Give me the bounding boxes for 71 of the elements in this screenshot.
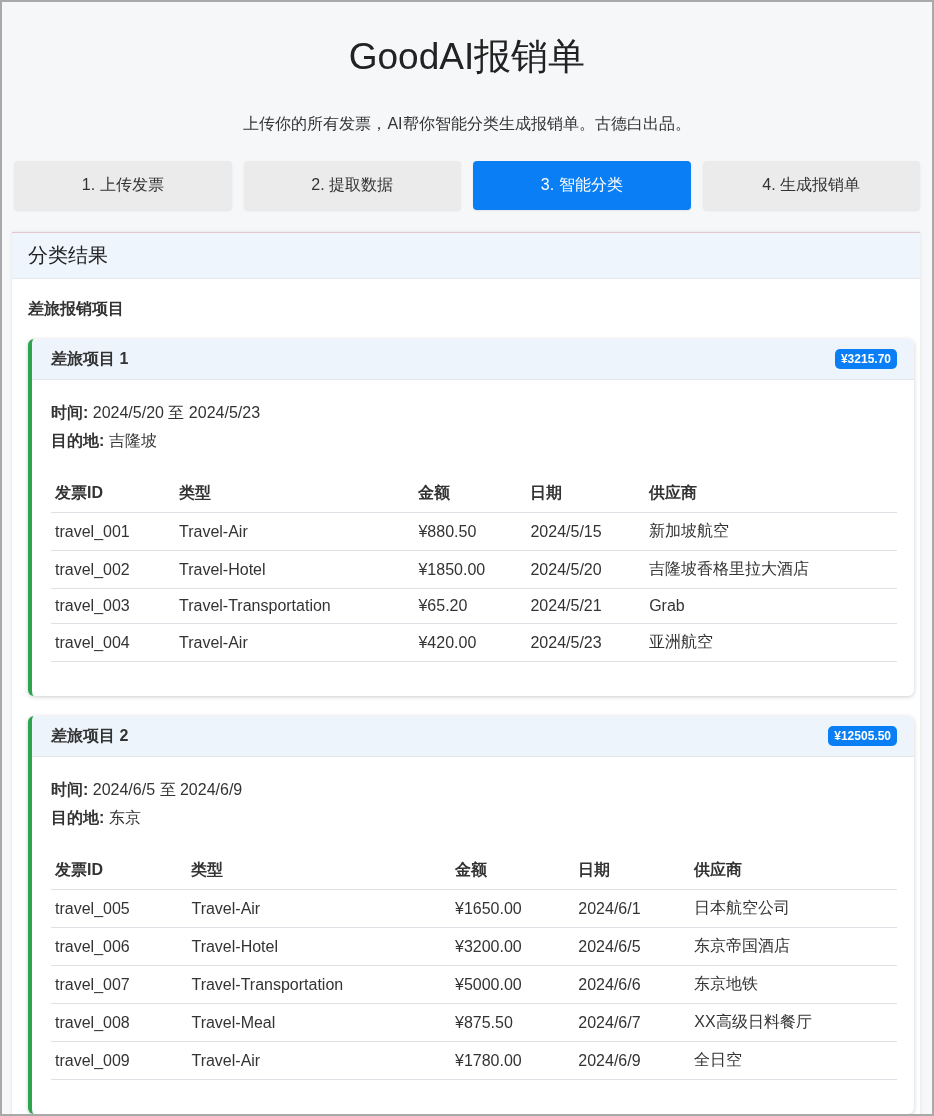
table-cell: Travel-Transportation [175, 588, 415, 624]
table-cell: 东京帝国酒店 [690, 927, 897, 966]
table-cell: travel_006 [51, 927, 188, 966]
total-amount-badge: ¥12505.50 [828, 726, 897, 746]
table-cell: Travel-Hotel [175, 550, 415, 589]
table-cell: Grab [645, 588, 897, 624]
step-tab[interactable]: 4. 生成报销单 [702, 161, 920, 210]
table-cell: ¥1780.00 [451, 1041, 575, 1080]
table-cell: travel_003 [51, 588, 175, 624]
table-cell: Travel-Meal [187, 1003, 451, 1042]
table-cell: travel_002 [51, 550, 175, 589]
trip-time: 时间: 2024/6/5 至 2024/6/9 [51, 780, 244, 800]
total-amount-badge: ¥3215.70 [834, 349, 897, 369]
table-cell: travel_001 [51, 512, 175, 551]
table-cell: 新加坡航空 [645, 512, 897, 551]
column-header: 发票ID [51, 852, 188, 890]
table-cell: 亚洲航空 [645, 623, 897, 662]
table-cell: 2024/6/7 [574, 1003, 691, 1042]
trip-time: 时间: 2024/5/20 至 2024/5/23 [51, 403, 262, 423]
column-header: 日期 [574, 852, 691, 890]
column-header: 金额 [414, 475, 527, 513]
column-header: 供应商 [645, 475, 897, 513]
table-cell: 2024/6/5 [574, 927, 691, 966]
step-tab[interactable]: 1. 上传发票 [14, 161, 232, 210]
table-cell: Travel-Air [175, 512, 415, 551]
page-title: GoodAI报销单 [348, 35, 586, 79]
column-header: 金额 [451, 852, 575, 890]
step-tab[interactable]: 2. 提取数据 [243, 161, 461, 210]
table-cell: Travel-Air [187, 1041, 451, 1080]
column-header: 类型 [187, 852, 451, 890]
table-cell: 2024/6/9 [574, 1041, 691, 1080]
table-cell: 2024/5/20 [526, 550, 646, 589]
table-cell: 全日空 [690, 1041, 897, 1080]
table-cell: 2024/5/23 [526, 623, 646, 662]
table-cell: ¥1850.00 [414, 550, 527, 589]
step-tab[interactable]: 3. 智能分类 [473, 161, 691, 210]
table-cell: travel_005 [51, 889, 188, 928]
column-header: 发票ID [51, 475, 175, 513]
table-cell: Travel-Air [175, 623, 415, 662]
table-cell: travel_007 [51, 965, 188, 1004]
page-subtitle: 上传你的所有发票，AI帮你智能分类生成报销单。古德白出品。 [243, 114, 691, 134]
column-header: 类型 [175, 475, 415, 513]
table-cell: ¥880.50 [414, 512, 527, 551]
table-cell: ¥1650.00 [451, 889, 575, 928]
table-cell: 2024/6/1 [574, 889, 691, 928]
table-cell: travel_004 [51, 623, 175, 662]
section-title: 差旅报销项目 [27, 299, 125, 319]
table-cell: Travel-Hotel [187, 927, 451, 966]
trip-title: 差旅项目 2 [51, 725, 129, 746]
table-cell: 吉隆坡香格里拉大酒店 [645, 550, 897, 589]
column-header: 日期 [526, 475, 646, 513]
column-header: 供应商 [690, 852, 897, 890]
table-cell: 2024/5/21 [526, 588, 646, 624]
table-cell: ¥3200.00 [451, 927, 575, 966]
table-cell: 2024/5/15 [526, 512, 646, 551]
table-cell: ¥65.20 [414, 588, 527, 624]
trip-destination: 目的地: 东京 [51, 808, 142, 828]
table-cell: travel_009 [51, 1041, 188, 1080]
table-cell: ¥875.50 [451, 1003, 575, 1042]
table-cell: 日本航空公司 [690, 889, 897, 928]
table-cell: ¥5000.00 [451, 965, 575, 1004]
trip-destination: 目的地: 吉隆坡 [51, 431, 158, 451]
table-cell: Travel-Transportation [187, 965, 451, 1004]
table-cell: travel_008 [51, 1003, 188, 1042]
table-cell: XX高级日料餐厅 [690, 1003, 897, 1042]
trip-title: 差旅项目 1 [51, 348, 129, 369]
table-cell: 东京地铁 [690, 965, 897, 1004]
panel-title: 分类结果 [12, 233, 920, 279]
table-cell: 2024/6/6 [574, 965, 691, 1004]
table-cell: Travel-Air [187, 889, 451, 928]
table-cell: ¥420.00 [414, 623, 527, 662]
